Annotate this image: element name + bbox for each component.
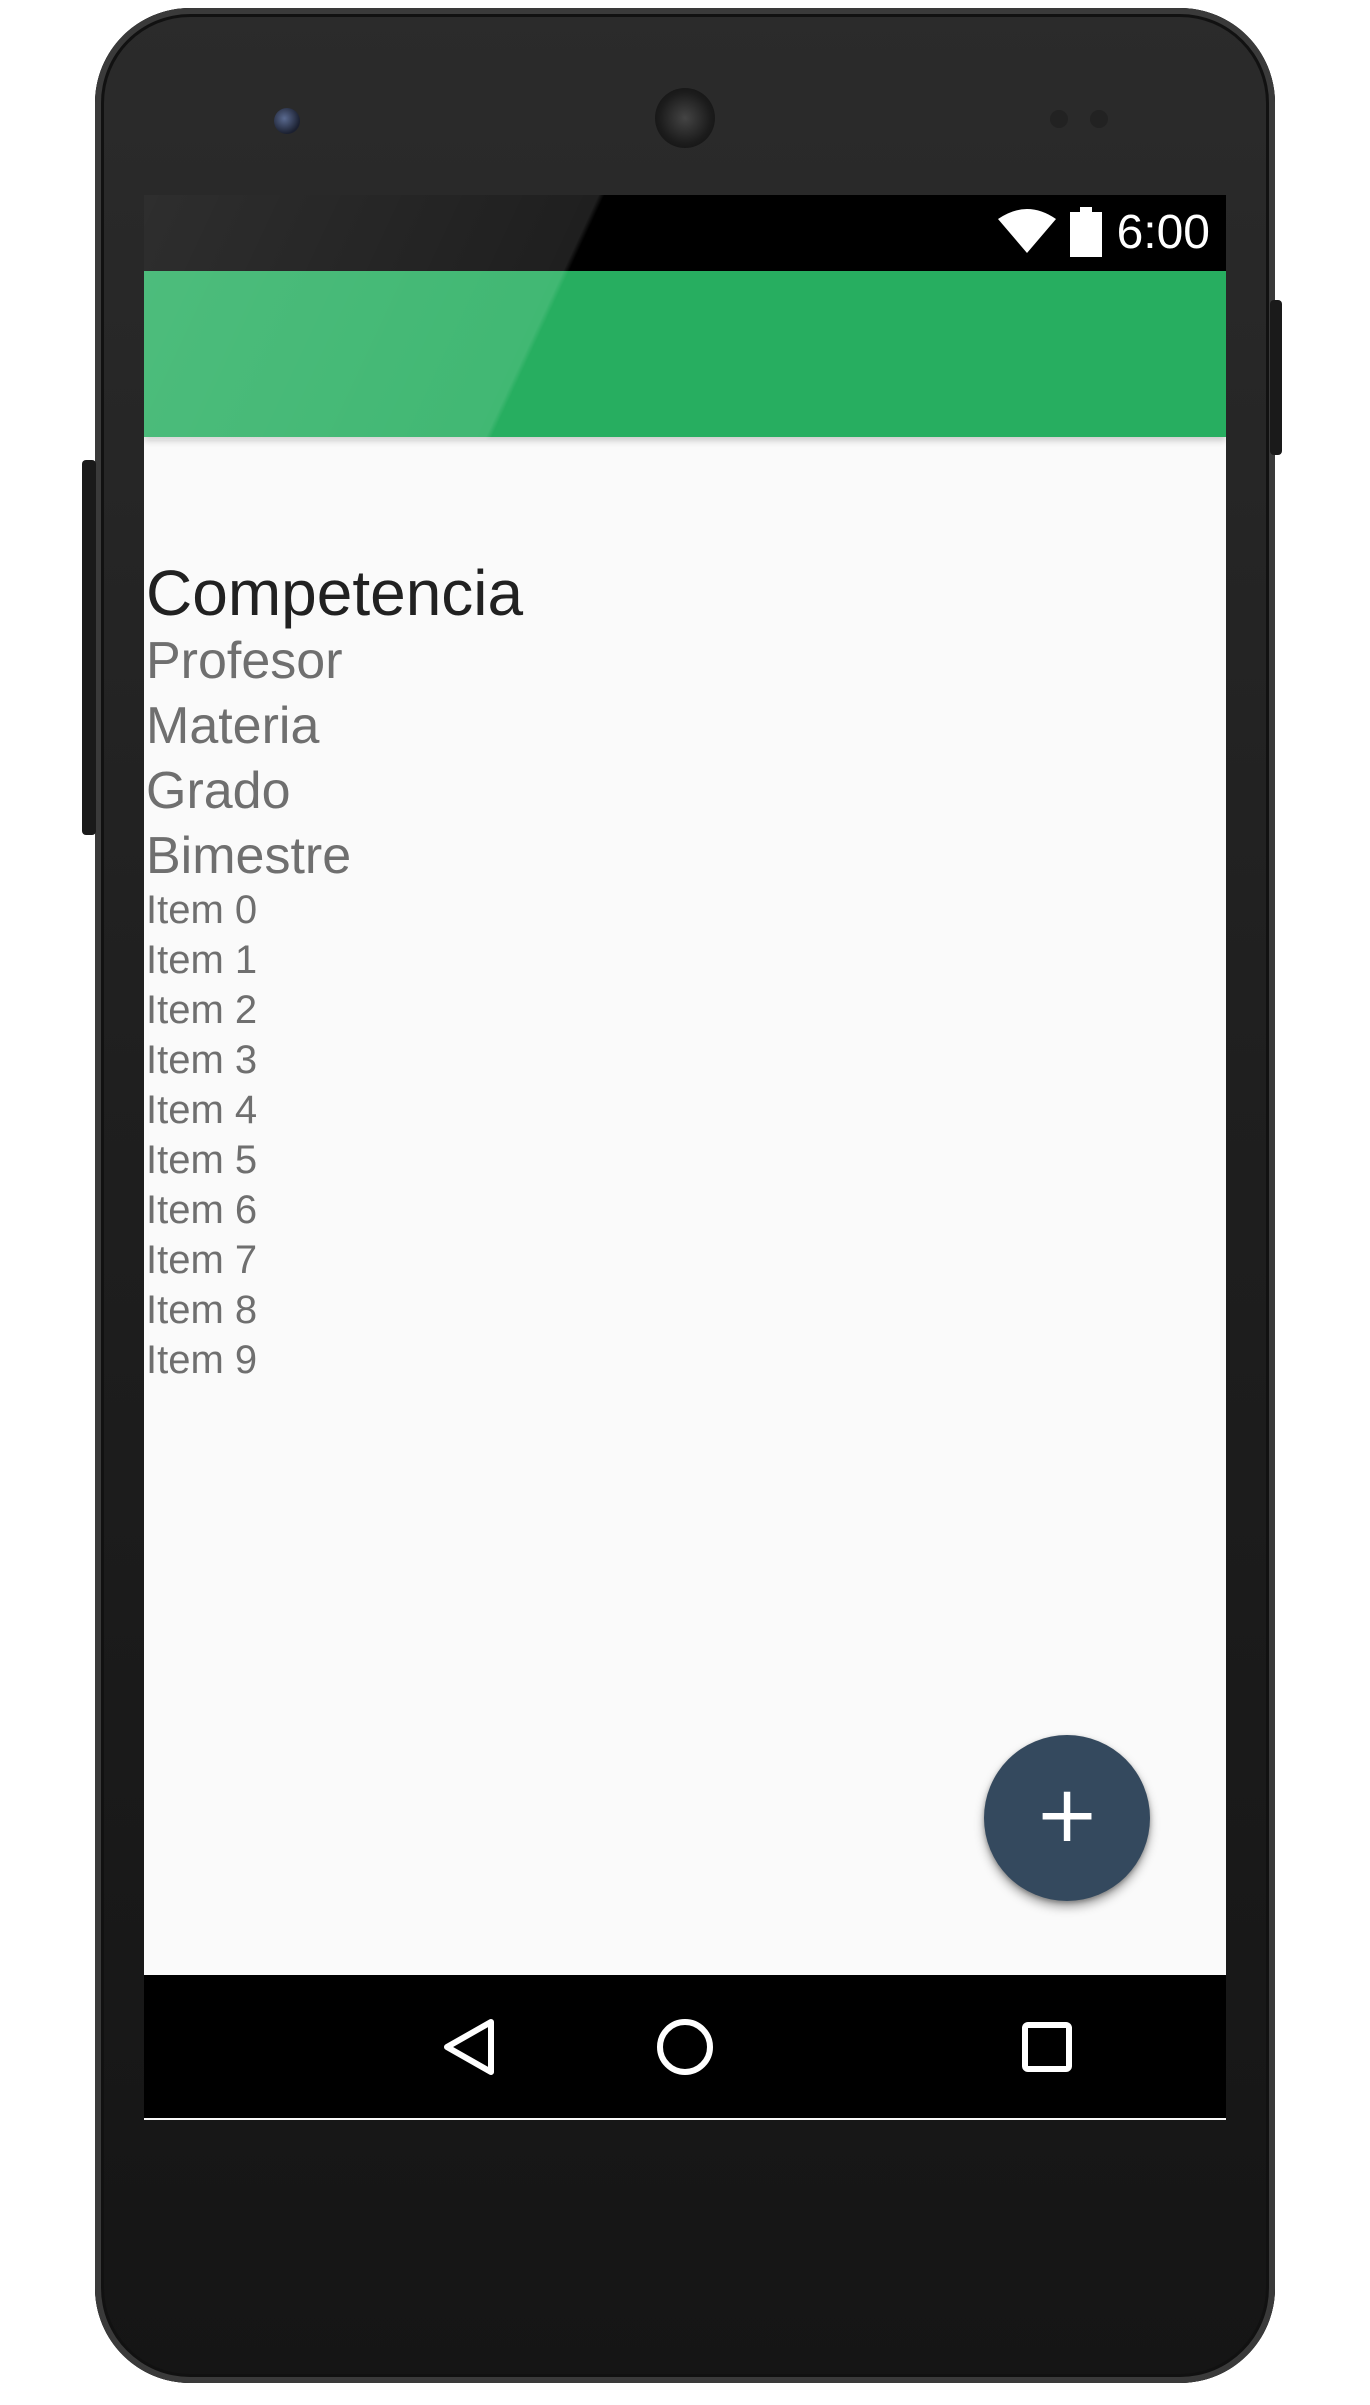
wifi-icon: [998, 209, 1056, 253]
screen: 6:00 Competencia Profesor Materia Grado …: [144, 195, 1226, 2120]
materia-label: Materia: [146, 697, 320, 755]
navigation-bar: [144, 1975, 1226, 2118]
list-item[interactable]: Item 3: [146, 1035, 257, 1085]
front-camera: [274, 108, 300, 134]
list-item[interactable]: Item 8: [146, 1285, 257, 1335]
list-item[interactable]: Item 2: [146, 985, 257, 1035]
power-button: [1270, 300, 1282, 455]
list-item[interactable]: Item 1: [146, 935, 257, 985]
back-triangle-icon: [444, 2018, 494, 2075]
bimestre-label: Bimestre: [146, 827, 352, 885]
app-bar: [144, 271, 1226, 437]
plus-icon: +: [1034, 1770, 1100, 1860]
home-circle-icon: [657, 2018, 713, 2075]
list-item[interactable]: Item 9: [146, 1335, 257, 1385]
list-item[interactable]: Item 4: [146, 1085, 257, 1135]
status-time: 6:00: [1116, 206, 1210, 259]
light-sensor: [1090, 110, 1108, 128]
list-item[interactable]: Item 0: [146, 885, 257, 935]
list-item[interactable]: Item 5: [146, 1135, 257, 1185]
grado-label: Grado: [146, 762, 291, 820]
recents-square-icon: [1022, 2021, 1072, 2072]
volume-button: [82, 460, 96, 835]
list-item[interactable]: Item 7: [146, 1235, 257, 1285]
recents-button[interactable]: [977, 1975, 1117, 2118]
back-button[interactable]: [399, 1975, 539, 2118]
battery-icon: [1070, 207, 1102, 257]
proximity-sensor: [1050, 110, 1068, 128]
item-list: Item 0 Item 1 Item 2 Item 3 Item 4 Item …: [146, 885, 257, 1385]
profesor-label: Profesor: [146, 632, 343, 690]
status-bar: 6:00: [144, 195, 1226, 271]
info-group: Profesor Materia Grado Bimestre: [146, 629, 351, 889]
earpiece-speaker: [655, 88, 715, 148]
device-mockup: 6:00 Competencia Profesor Materia Grado …: [0, 0, 1370, 2405]
add-fab-button[interactable]: +: [984, 1735, 1150, 1901]
home-button[interactable]: [615, 1975, 755, 2118]
page-title: Competencia: [146, 557, 524, 629]
list-item[interactable]: Item 6: [146, 1185, 257, 1235]
